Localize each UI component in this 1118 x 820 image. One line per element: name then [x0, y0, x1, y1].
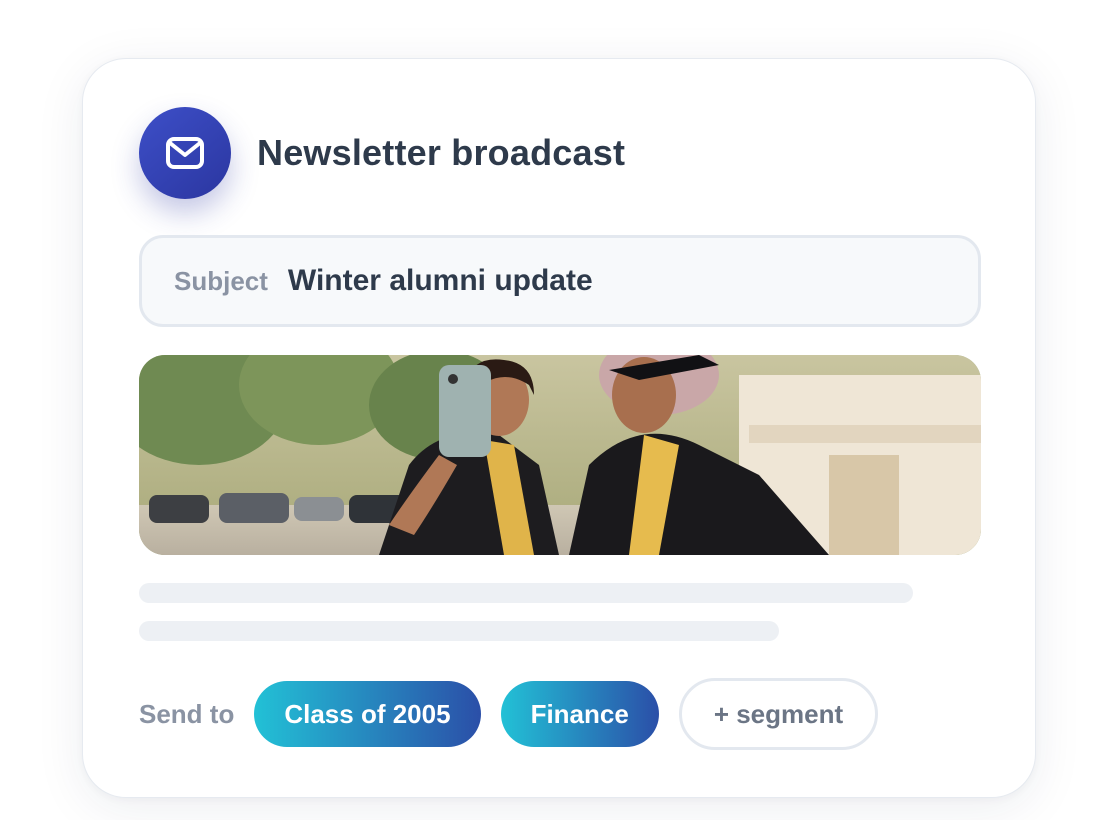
content-placeholder-line: [139, 583, 913, 603]
send-to-row: Send to Class of 2005 Finance + segment: [139, 678, 879, 750]
mail-icon: [166, 137, 204, 169]
card-title: Newsletter broadcast: [257, 132, 626, 173]
subject-field[interactable]: Subject Winter alumni update: [139, 235, 981, 327]
subject-label: Subject: [174, 265, 268, 296]
card-header: Newsletter broadcast: [139, 107, 625, 199]
subject-value[interactable]: Winter alumni update: [288, 264, 593, 298]
content-placeholder-line: [139, 621, 779, 641]
add-segment-button[interactable]: + segment: [678, 678, 879, 750]
segment-chip-class-of-2005[interactable]: Class of 2005: [254, 681, 481, 747]
segment-chip-finance[interactable]: Finance: [500, 681, 659, 747]
graduates-photo: [139, 355, 981, 555]
mail-icon-badge: [139, 107, 231, 199]
newsletter-card: Newsletter broadcast Subject Winter alum…: [82, 58, 1036, 798]
newsletter-hero-image: [139, 355, 981, 555]
send-to-label: Send to: [139, 698, 235, 729]
